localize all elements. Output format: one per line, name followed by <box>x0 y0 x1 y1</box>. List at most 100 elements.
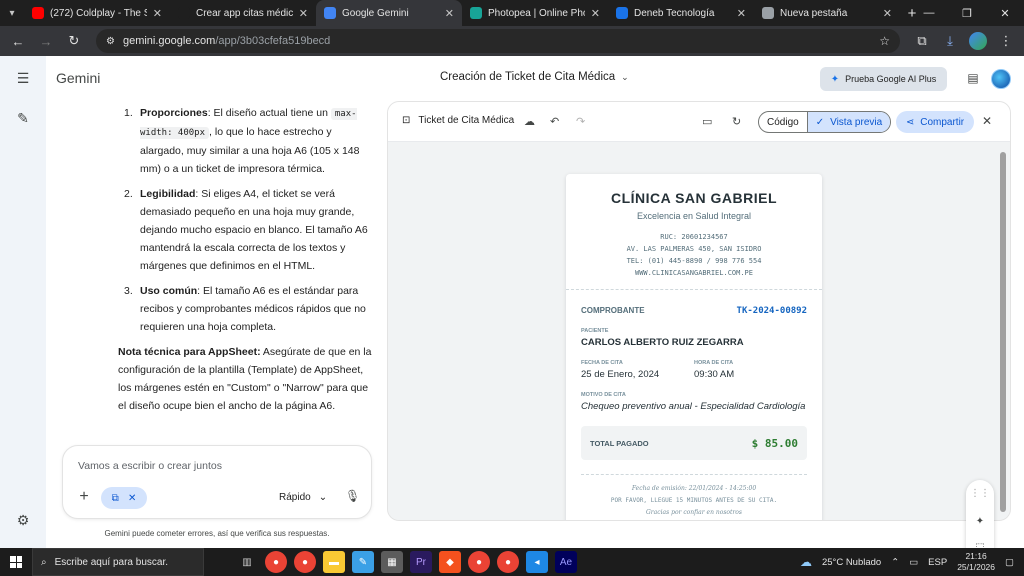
cloud-save-icon[interactable]: ☁ <box>524 115 535 128</box>
preview-view-button[interactable]: ✓ Vista previa <box>807 112 891 132</box>
weather-text[interactable]: 25°C Nublado <box>822 557 881 568</box>
share-chat-icon[interactable]: ▤ <box>964 69 982 87</box>
restore-icon[interactable]: ❐ <box>948 0 986 26</box>
task-view-icon[interactable]: ▥ <box>236 551 258 573</box>
settings-gear-icon[interactable]: ⚙ <box>11 508 35 532</box>
appointment-time: 09:30 AM <box>694 369 735 380</box>
browser-tab[interactable]: Crear app citas médicas ✕ <box>170 0 316 26</box>
list-number: 3. <box>124 285 133 297</box>
console-icon[interactable]: ▭ <box>702 115 712 128</box>
premiere-icon[interactable]: Pr <box>410 551 432 573</box>
close-tab-icon[interactable]: ✕ <box>883 7 892 20</box>
minimize-icon[interactable]: — <box>910 0 948 26</box>
prompt-composer[interactable]: Vamos a escribir o crear juntos + ⧉ ✕ Rá… <box>62 445 372 519</box>
calculator-icon[interactable]: ▦ <box>381 551 403 573</box>
tab-title: Deneb Tecnología <box>634 7 715 19</box>
microphone-icon[interactable]: 🎙 <box>345 489 360 503</box>
close-tab-icon[interactable]: ✕ <box>591 7 600 20</box>
forward-icon[interactable]: → <box>34 29 58 53</box>
browser-tab[interactable]: Photopea | Online Photo Edi ✕ <box>462 0 608 26</box>
address-bar[interactable]: ⚙ gemini.google.com/app/3b03cfefa519becd… <box>96 29 900 53</box>
voucher-code: TK-2024-00892 <box>736 306 807 316</box>
after-effects-icon[interactable]: Ae <box>555 551 577 573</box>
patient-label: PACIENTE <box>581 328 609 334</box>
back-icon[interactable]: ← <box>6 29 30 53</box>
code-view-button[interactable]: Código <box>759 112 808 132</box>
taskbar-search[interactable]: ⌕ Escribe aquí para buscar. <box>32 548 204 576</box>
profile-icon[interactable] <box>966 29 990 53</box>
clock[interactable]: 21:16 25/1/2026 <box>957 551 995 573</box>
close-window-icon[interactable]: ✕ <box>986 0 1024 26</box>
share-label: Compartir <box>920 116 965 128</box>
close-tab-icon[interactable]: ✕ <box>153 7 162 20</box>
windows-logo-icon <box>10 556 22 568</box>
browser-tab[interactable]: Google Gemini ✕ <box>316 0 462 26</box>
undo-icon[interactable]: ↶ <box>550 115 559 128</box>
notifications-icon[interactable]: ▢ <box>1005 557 1014 568</box>
redo-icon[interactable]: ↷ <box>576 115 585 128</box>
total-box: TOTAL PAGADO $ 85.00 <box>581 426 807 460</box>
browser-tab[interactable]: Deneb Tecnología ✕ <box>608 0 754 26</box>
deneb-icon <box>616 7 628 19</box>
weather-cloud-icon[interactable]: ☁ <box>800 555 812 569</box>
canvas-doc-title[interactable]: ⊡ Ticket de Cita Médica <box>402 115 514 126</box>
browser-tab[interactable]: Nueva pestaña ✕ <box>754 0 900 26</box>
extensions-icon[interactable]: ⧉ <box>910 29 934 53</box>
chrome-icon[interactable]: ● <box>497 551 519 573</box>
dashed-divider <box>566 289 822 290</box>
chrome-icon[interactable]: ● <box>468 551 490 573</box>
language-indicator[interactable]: ESP <box>928 557 947 568</box>
chrome-icon[interactable]: ● <box>265 551 287 573</box>
close-tab-icon[interactable]: ✕ <box>737 7 746 20</box>
conversation-title[interactable]: Creación de Ticket de Cita Médica ⌄ <box>440 71 629 83</box>
canvas-icon: ⧉ <box>111 492 119 504</box>
remove-tool-icon[interactable]: ✕ <box>128 493 136 504</box>
tab-title: Photopea | Online Photo Edi <box>488 7 585 19</box>
chrome-icon[interactable]: ● <box>294 551 316 573</box>
close-tab-icon[interactable]: ✕ <box>445 7 454 20</box>
reload-icon[interactable]: ↻ <box>62 29 86 53</box>
tray-chevron-icon[interactable]: ⌃ <box>891 557 899 568</box>
site-info-icon[interactable]: ⚙ <box>106 36 115 47</box>
date-label: FECHA DE CITA <box>581 360 623 366</box>
list-number: 2. <box>124 188 133 200</box>
ai-edit-sparkle-icon[interactable]: ✦ <box>973 514 987 528</box>
bookmark-star-icon[interactable]: ☆ <box>879 34 890 48</box>
thanks-notice: Gracias por confiar en nosotros <box>646 509 742 516</box>
canvas-toolbar: ⊡ Ticket de Cita Médica ☁ ↶ ↷ ▭ ↻ Código… <box>388 102 1010 142</box>
prompt-input[interactable]: Vamos a escribir o crear juntos <box>78 460 222 472</box>
app-icon[interactable]: ◆ <box>439 551 461 573</box>
menu-icon[interactable]: ☰ <box>11 66 35 90</box>
new-chat-icon[interactable]: ✎ <box>11 106 35 130</box>
gemini-brand[interactable]: Gemini <box>56 70 100 86</box>
network-icon[interactable]: ▭ <box>909 557 918 568</box>
close-tab-icon[interactable]: ✕ <box>299 7 308 20</box>
browser-menu-icon[interactable]: ⋮ <box>994 29 1018 53</box>
download-icon[interactable]: ⤓ <box>938 29 962 53</box>
browser-tab[interactable]: (272) Coldplay - The Scientis ✕ <box>24 0 170 26</box>
notepad-icon[interactable]: ✎ <box>352 551 374 573</box>
close-canvas-icon[interactable]: ✕ <box>982 114 992 128</box>
drag-handle-icon[interactable]: ⋮⋮ <box>970 486 990 500</box>
url-text[interactable]: gemini.google.com/app/3b03cfefa519becd <box>123 35 871 47</box>
list-text: : El diseño actual tiene un <box>207 107 331 119</box>
refresh-preview-icon[interactable]: ↻ <box>732 115 741 128</box>
clinic-web: WWW.CLINICASANGABRIEL.COM.PE <box>634 269 753 277</box>
tab-search-icon[interactable]: ▾ <box>0 0 24 26</box>
chat-fade <box>118 426 374 446</box>
youtube-icon <box>32 7 44 19</box>
clock-date: 25/1/2026 <box>957 562 996 572</box>
model-mode-selector[interactable]: Rápido ⌄ <box>279 492 327 503</box>
clinic-address: AV. LAS PALMERAS 450, SAN ISIDRO <box>626 245 762 253</box>
tab-list: (272) Coldplay - The Scientis✕Crear app … <box>24 0 900 26</box>
share-button[interactable]: ⋖ Compartir <box>896 111 974 133</box>
app-icon[interactable]: ◂ <box>526 551 548 573</box>
avatar[interactable] <box>991 69 1011 89</box>
upgrade-promo-button[interactable]: ✦ Prueba Google AI Plus <box>820 67 947 91</box>
page-scrollbar[interactable] <box>1000 152 1006 512</box>
start-button[interactable] <box>0 548 32 576</box>
file-explorer-icon[interactable]: ▬ <box>323 551 345 573</box>
canvas-tool-chip[interactable]: ⧉ ✕ <box>101 487 147 509</box>
add-attachment-icon[interactable]: + <box>75 488 93 506</box>
browser-tabstrip: ▾ (272) Coldplay - The Scientis✕Crear ap… <box>0 0 1024 26</box>
